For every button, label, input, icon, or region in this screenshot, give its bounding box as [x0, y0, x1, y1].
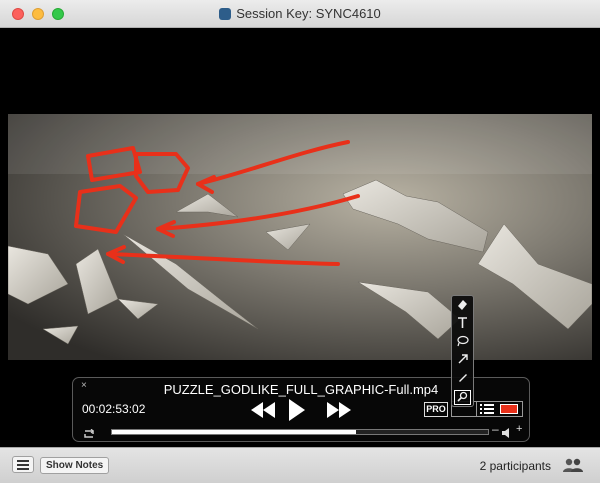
menu-button[interactable] — [12, 456, 34, 473]
rewind-icon — [251, 402, 275, 418]
bottom-bar: Show Notes 2 participants — [0, 447, 600, 483]
app-icon — [219, 8, 232, 20]
participants-count: 2 participants — [479, 459, 551, 473]
participants-button[interactable] — [561, 457, 585, 473]
lasso-icon — [457, 335, 469, 347]
arrow-tool[interactable] — [454, 353, 471, 368]
loop-button[interactable] — [82, 426, 96, 438]
pen-tool[interactable] — [454, 371, 471, 386]
annotation-color-swatch[interactable] — [500, 404, 518, 414]
zoom-icon — [457, 391, 468, 402]
timecode: 00:02:53:02 — [82, 402, 146, 416]
volume-down-button[interactable]: – — [492, 422, 499, 436]
zoom-tool[interactable] — [454, 390, 471, 405]
fast-forward-button[interactable] — [327, 402, 351, 418]
progress-fill — [112, 430, 357, 434]
eraser-icon — [458, 300, 467, 310]
text-icon — [458, 317, 467, 328]
speaker-icon[interactable] — [501, 426, 513, 438]
rewind-button[interactable] — [251, 402, 275, 418]
text-tool[interactable] — [454, 317, 471, 332]
eraser-tool[interactable] — [454, 299, 471, 314]
pen-icon — [458, 374, 467, 382]
show-notes-button[interactable]: Show Notes — [40, 457, 110, 474]
annotation-toolbar — [451, 295, 474, 407]
loop-icon — [84, 428, 94, 438]
pro-button[interactable]: PRO — [424, 402, 448, 417]
view-mode-divider — [476, 402, 477, 416]
progress-bar[interactable] — [111, 429, 489, 435]
lasso-tool[interactable] — [454, 335, 471, 350]
play-icon — [289, 399, 305, 421]
transport-controls — [243, 398, 353, 422]
video-frame[interactable] — [8, 114, 592, 360]
fast-forward-icon — [327, 402, 351, 418]
window-title-text: Session Key: SYNC4610 — [236, 6, 381, 21]
arrow-icon — [458, 354, 468, 364]
title-bar: Session Key: SYNC4610 — [0, 0, 600, 28]
window-title: Session Key: SYNC4610 — [0, 6, 600, 21]
people-icon — [563, 458, 583, 472]
play-button[interactable] — [289, 399, 305, 421]
volume-up-button[interactable]: + — [516, 423, 522, 435]
video-image — [8, 114, 592, 360]
list-view-button[interactable] — [480, 404, 494, 414]
